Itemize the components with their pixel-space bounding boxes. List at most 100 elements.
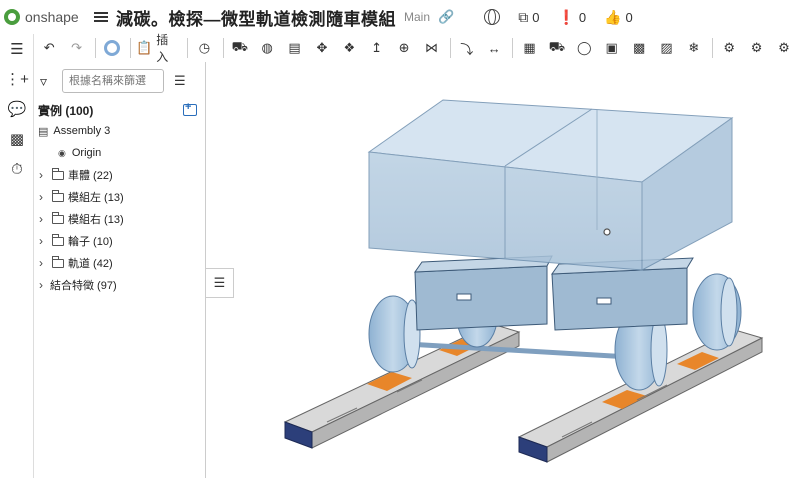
folder-icon bbox=[52, 255, 64, 268]
add-folder-icon[interactable] bbox=[183, 101, 197, 116]
3d-viewport[interactable] bbox=[207, 62, 800, 478]
onshape-logo-icon bbox=[4, 9, 20, 25]
width-mate-icon[interactable]: ↔ bbox=[483, 37, 505, 59]
onshape-logo[interactable]: onshape bbox=[0, 9, 92, 25]
toolbar-divider bbox=[449, 38, 451, 58]
tangent-mate-icon[interactable]: ⤵ bbox=[456, 37, 478, 59]
feature-list-icon[interactable]: ☰ bbox=[0, 34, 34, 64]
copy-icon: ⧉ bbox=[518, 8, 529, 25]
insert-button[interactable]: 📋 插入 bbox=[136, 31, 177, 65]
toolbar: ↶ ↷ 📋 插入 ◷ ⛟ ◍ ▤ ✥ ❖ ↥ ⊕ ⋈ ⤵ ↔ ▦ ⛟ ◯ ▣ ▩… bbox=[34, 31, 800, 65]
list-view-icon[interactable]: ☰ bbox=[174, 73, 186, 89]
slider-mate-icon[interactable]: ▤ bbox=[283, 37, 305, 59]
assembly-label: Assembly 3 bbox=[53, 125, 111, 137]
instances-label: 實例 (100) bbox=[38, 103, 94, 118]
branch-count[interactable]: ❗ 0 bbox=[557, 9, 586, 26]
instances-header: 實例 (100) bbox=[34, 100, 205, 120]
insert-icon: 📋 bbox=[136, 40, 153, 55]
folder-row[interactable]: › 輪子 (10) bbox=[34, 230, 205, 252]
origin-row[interactable]: ◉ Origin bbox=[34, 142, 205, 164]
gear-icon[interactable]: ⚙ bbox=[718, 37, 740, 59]
like-count-value: 0 bbox=[625, 9, 633, 25]
replicate-icon[interactable]: ⛟ bbox=[546, 37, 568, 59]
folder-label: 輪子 (10) bbox=[68, 236, 113, 248]
toolbar-divider bbox=[222, 38, 224, 58]
copy-count[interactable]: ⧉ 0 bbox=[518, 9, 539, 26]
mates-row[interactable]: › 結合特徵 (97) bbox=[34, 274, 205, 296]
clock-icon[interactable]: ◷ bbox=[193, 37, 215, 59]
redo-icon[interactable]: ↷ bbox=[65, 37, 87, 59]
toolbar-divider bbox=[187, 38, 189, 58]
filter-row: ▿ ☰ bbox=[34, 62, 205, 100]
folder-label: 模組右 (13) bbox=[68, 214, 124, 226]
filter-icon[interactable]: ▿ bbox=[40, 73, 62, 90]
car-body-box bbox=[367, 99, 734, 271]
toolbar-divider bbox=[130, 38, 132, 58]
folder-icon bbox=[52, 211, 64, 224]
folder-icon bbox=[52, 167, 64, 180]
folder-label: 模組左 (13) bbox=[68, 192, 124, 204]
folder-row[interactable]: › 軌道 (42) bbox=[34, 252, 205, 274]
assembly-icon: ▤ bbox=[38, 125, 49, 138]
origin-label: Origin bbox=[71, 147, 102, 159]
toolbar-divider bbox=[94, 38, 96, 58]
origin-icon: ◉ bbox=[58, 147, 66, 158]
document-title[interactable]: 減碳。檢探—微型軌道檢測隨車模組 bbox=[116, 5, 396, 30]
filter-input[interactable] bbox=[62, 69, 164, 93]
like-count[interactable]: 👍 0 bbox=[604, 9, 633, 26]
folder-icon bbox=[52, 233, 64, 246]
chevron-right-icon[interactable]: › bbox=[34, 190, 48, 204]
toolbar-divider bbox=[712, 38, 713, 58]
branch-label[interactable]: Main bbox=[404, 10, 430, 24]
display-states-icon[interactable]: ❄ bbox=[683, 37, 705, 59]
planar-mate-icon[interactable]: ✥ bbox=[311, 37, 333, 59]
left-rail: ☰ ⋮+ 💬 ▩ ⏱ bbox=[0, 34, 34, 478]
top-bar: onshape 減碳。檢探—微型軌道檢測隨車模組 Main 🔗 ⧉ 0 ❗ 0 … bbox=[0, 0, 800, 34]
gear-settings-icon[interactable]: ⚙ bbox=[745, 37, 767, 59]
comment-icon[interactable]: 💬 bbox=[0, 94, 34, 124]
globe-icon[interactable] bbox=[484, 9, 501, 25]
copy-count-value: 0 bbox=[532, 9, 540, 25]
fastened-mate-icon[interactable]: ⛟ bbox=[229, 37, 251, 59]
folder-row[interactable]: › 模組左 (13) bbox=[34, 186, 205, 208]
folder-label: 軌道 (42) bbox=[68, 258, 113, 270]
logo-text: onshape bbox=[25, 9, 79, 25]
chevron-right-icon[interactable]: › bbox=[34, 234, 48, 248]
pattern-icon[interactable]: ◯ bbox=[573, 37, 595, 59]
toolbar-divider bbox=[512, 38, 514, 58]
gear-relation-icon[interactable]: ⚙ bbox=[773, 37, 795, 59]
cylindrical-mate-icon[interactable]: ❖ bbox=[338, 37, 360, 59]
branch-count-value: 0 bbox=[578, 9, 587, 25]
chevron-right-icon[interactable]: › bbox=[34, 278, 48, 292]
instances-panel: ▿ ☰ 實例 (100) ▤ Assembly 3 ◉ Origin › 車體 … bbox=[34, 62, 206, 478]
mates-label: 結合特徵 (97) bbox=[50, 280, 117, 292]
insert-label: 插入 bbox=[156, 33, 169, 64]
branch-icon: ❗ bbox=[557, 8, 575, 25]
assembly-row[interactable]: ▤ Assembly 3 bbox=[34, 120, 205, 142]
section-icon[interactable]: ▨ bbox=[655, 37, 677, 59]
parts-icon[interactable]: ▩ bbox=[0, 124, 34, 154]
folder-row[interactable]: › 車體 (22) bbox=[34, 164, 205, 186]
folder-icon bbox=[52, 189, 64, 202]
parallel-mate-icon[interactable]: ⋈ bbox=[420, 37, 442, 59]
folder-row[interactable]: › 模組右 (13) bbox=[34, 208, 205, 230]
folder-label: 車體 (22) bbox=[68, 170, 113, 182]
link-icon[interactable]: 🔗 bbox=[438, 9, 454, 25]
menu-icon[interactable] bbox=[94, 10, 108, 24]
assembly-model bbox=[283, 99, 764, 463]
module-trays bbox=[414, 255, 694, 331]
explode-icon[interactable]: ▩ bbox=[628, 37, 650, 59]
chevron-right-icon[interactable]: › bbox=[34, 256, 48, 270]
pin-slot-mate-icon[interactable]: ↥ bbox=[366, 37, 388, 59]
undo-icon[interactable]: ↶ bbox=[38, 37, 60, 59]
mate-connector-icon[interactable]: ▣ bbox=[601, 37, 623, 59]
chevron-right-icon[interactable]: › bbox=[34, 168, 48, 182]
ball-mate-icon[interactable]: ⊕ bbox=[393, 37, 415, 59]
revolute-mate-icon[interactable]: ◍ bbox=[256, 37, 278, 59]
thumbs-up-icon: 👍 bbox=[604, 8, 622, 25]
group-icon[interactable]: ▦ bbox=[518, 37, 540, 59]
chevron-right-icon[interactable]: › bbox=[34, 212, 48, 226]
stopwatch-icon[interactable]: ⏱ bbox=[0, 154, 34, 184]
measure-icon[interactable] bbox=[101, 37, 123, 59]
add-mate-icon[interactable]: ⋮+ bbox=[0, 64, 34, 94]
